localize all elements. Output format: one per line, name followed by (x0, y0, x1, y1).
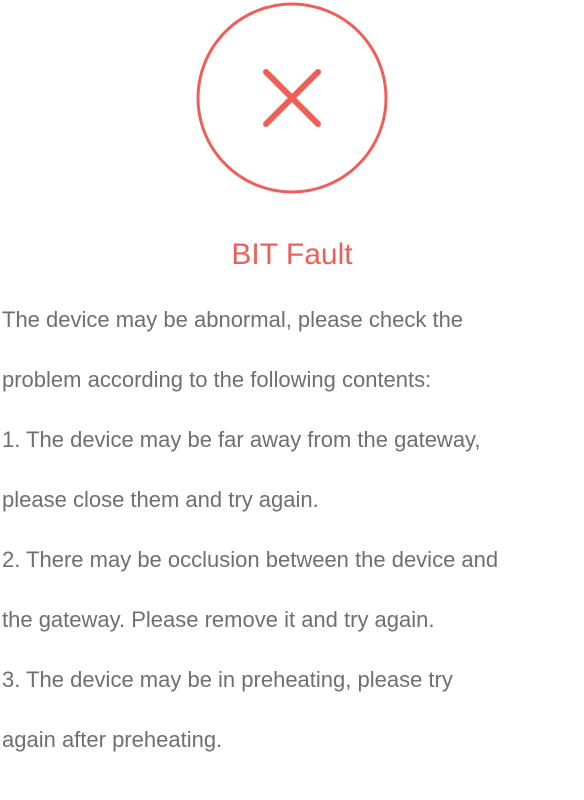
fault-title: BIT Fault (231, 238, 353, 271)
fault-x-circle-icon (196, 2, 388, 194)
description-line: 3. The device may be in preheating, plea… (2, 667, 453, 692)
description-line: again after preheating. (2, 727, 223, 752)
description-line: please close them and try again. (2, 487, 319, 512)
description-line: 1. The device may be far away from the g… (2, 427, 481, 452)
fault-description: The device may be abnormal, please check… (2, 298, 582, 778)
description-line: The device may be abnormal, please check… (2, 307, 464, 332)
description-line: 2. There may be occlusion between the de… (2, 547, 499, 572)
description-line: the gateway. Please remove it and try ag… (2, 607, 435, 632)
description-line: problem according to the following conte… (2, 367, 432, 392)
